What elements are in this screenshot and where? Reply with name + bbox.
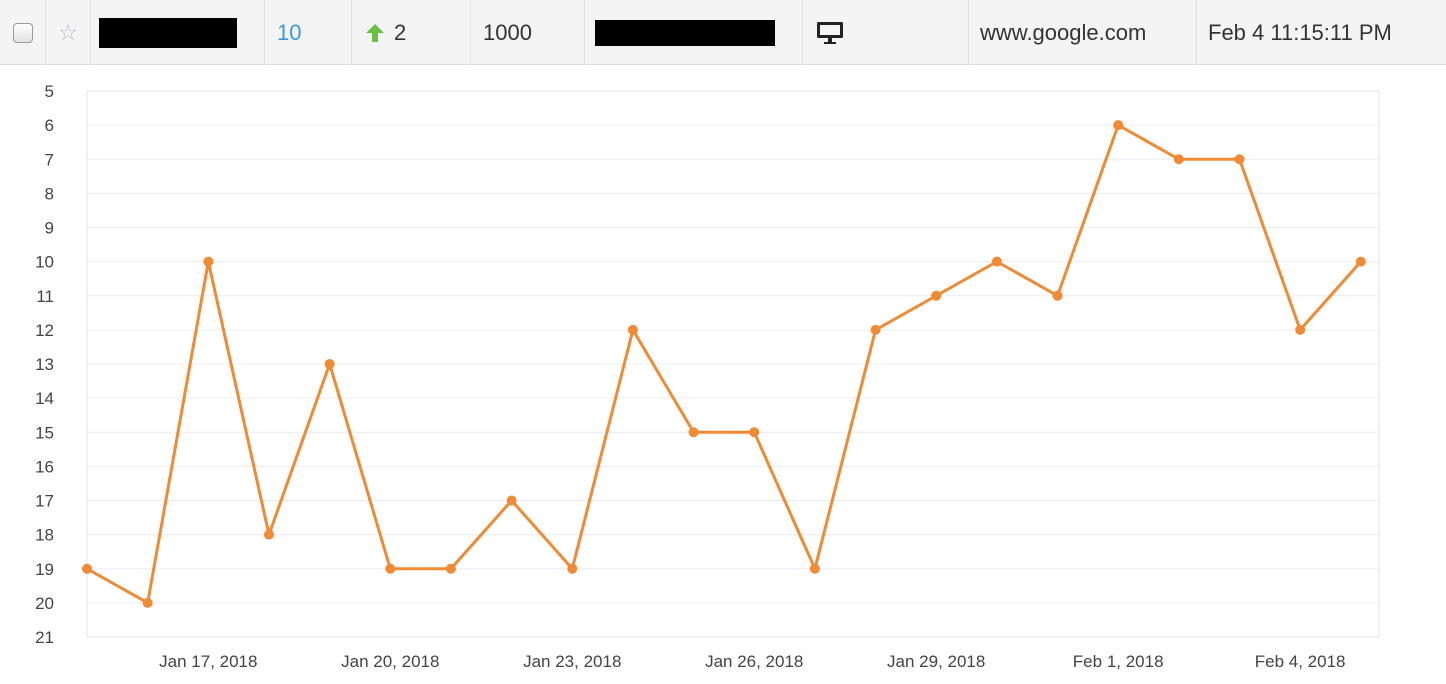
updated-cell: Feb 4 11:15:11 PM	[1197, 0, 1446, 65]
updated-timestamp: Feb 4 11:15:11 PM	[1208, 19, 1392, 45]
y-tick-label: 17	[35, 492, 54, 511]
data-point[interactable]	[385, 563, 396, 574]
rank-change-value: 2	[394, 19, 407, 45]
data-point[interactable]	[931, 290, 942, 301]
volume-cell: 1000	[471, 0, 585, 65]
y-tick-label: 7	[45, 150, 54, 169]
desktop-monitor-icon	[817, 21, 843, 44]
data-point[interactable]	[627, 324, 638, 335]
data-point[interactable]	[567, 563, 578, 574]
x-tick-label: Jan 17, 2018	[159, 652, 257, 671]
y-tick-label: 9	[45, 219, 54, 238]
y-tick-label: 8	[45, 184, 54, 203]
search-volume-value: 1000	[483, 19, 532, 45]
x-tick-label: Jan 26, 2018	[705, 652, 803, 671]
select-checkbox[interactable]	[12, 22, 33, 43]
rank-cell: 10	[265, 0, 352, 65]
y-tick-label: 6	[45, 116, 54, 135]
data-point[interactable]	[263, 529, 274, 540]
x-tick-label: Jan 29, 2018	[887, 652, 985, 671]
data-point[interactable]	[991, 256, 1002, 267]
redacted-url	[595, 19, 775, 46]
data-point[interactable]	[1113, 120, 1124, 131]
device-cell	[803, 0, 969, 65]
y-tick-label: 12	[35, 321, 54, 340]
favorite-cell: ☆	[46, 0, 91, 65]
data-point[interactable]	[1234, 154, 1245, 165]
data-point[interactable]	[809, 563, 820, 574]
y-tick-label: 20	[35, 594, 54, 613]
y-tick-label: 21	[35, 628, 54, 647]
keyword-row: ☆ 10 2 1000 www.google.com Feb 4 11:15:1…	[0, 0, 1446, 65]
y-tick-label: 18	[35, 526, 54, 545]
x-tick-label: Jan 23, 2018	[523, 652, 621, 671]
data-point[interactable]	[749, 427, 760, 438]
data-point[interactable]	[1173, 154, 1184, 165]
data-point[interactable]	[1295, 324, 1306, 335]
data-point[interactable]	[870, 324, 881, 335]
change-cell: 2	[352, 0, 471, 65]
x-tick-label: Feb 4, 2018	[1255, 652, 1346, 671]
data-point[interactable]	[324, 359, 335, 369]
rank-link[interactable]: 10	[277, 20, 301, 46]
data-point[interactable]	[142, 597, 153, 608]
y-tick-label: 11	[36, 287, 54, 306]
url-cell	[585, 0, 803, 65]
y-tick-label: 14	[35, 389, 54, 408]
redacted-keyword	[99, 17, 237, 48]
x-tick-label: Jan 20, 2018	[341, 652, 439, 671]
y-tick-label: 13	[35, 355, 54, 374]
rank-history-chart: 5 6 7 8 9 10 11 12 13 14 15 16 17 18 19 20 21 Jan 17, 20…	[35, 82, 1380, 671]
y-tick-label: 5	[45, 82, 54, 101]
data-point[interactable]	[203, 256, 214, 267]
arrow-up-icon	[366, 23, 384, 42]
y-tick-label: 10	[35, 253, 54, 272]
x-axis: Jan 17, 2018 Jan 20, 2018 Jan 23, 2018 Jan …	[159, 652, 1345, 671]
select-cell	[0, 0, 46, 65]
data-point[interactable]	[1355, 256, 1366, 267]
search-engine-cell: www.google.com	[969, 0, 1197, 65]
data-point[interactable]	[82, 563, 92, 574]
data-point[interactable]	[688, 427, 699, 438]
chart-grid	[87, 90, 1379, 638]
data-point[interactable]	[506, 495, 517, 506]
y-axis: 5 6 7 8 9 10 11 12 13 14 15 16 17 18 19 20 21	[35, 82, 54, 647]
y-tick-label: 19	[35, 560, 54, 579]
x-tick-label: Feb 1, 2018	[1073, 652, 1164, 671]
data-point[interactable]	[445, 563, 456, 574]
search-engine-domain: www.google.com	[980, 19, 1147, 45]
y-tick-label: 16	[35, 457, 54, 476]
star-icon[interactable]: ☆	[58, 21, 78, 44]
data-point[interactable]	[1052, 290, 1063, 301]
y-tick-label: 15	[35, 423, 54, 442]
keyword-cell	[91, 0, 265, 65]
